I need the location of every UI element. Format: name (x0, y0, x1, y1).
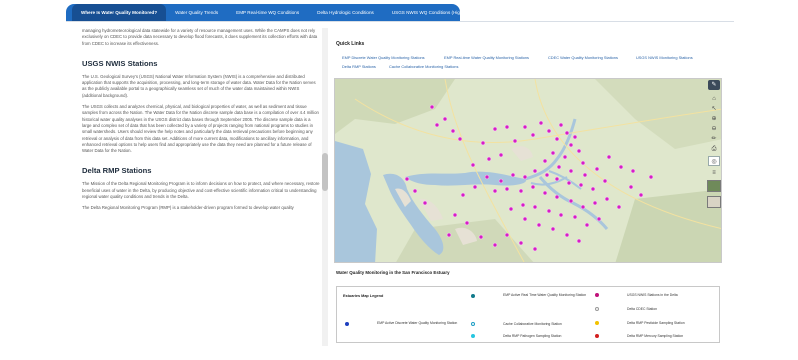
tab-where-monitored[interactable]: Where Is Water Quality Monitored? (72, 4, 167, 21)
legend-dot-rmp-pathogen (471, 334, 475, 338)
zoom-in-icon[interactable]: ⊕ (708, 114, 720, 124)
rmp-paragraph-1: The Mission of the Delta Regional Monito… (82, 181, 320, 200)
layers-icon[interactable]: ≡ (708, 168, 720, 178)
legend-dot-cache (471, 322, 475, 326)
legend-dot-emp-discrete (345, 322, 349, 326)
legend-dot-cdec (595, 307, 599, 311)
legend-dot-usgs-nwis (595, 293, 599, 297)
rmp-paragraph-2: The Delta Regional Monitoring Program (R… (82, 205, 294, 211)
draw-icon[interactable]: ✏ (708, 134, 720, 144)
legend-label-emp-realtime: EMP Active Real Time Water Quality Monit… (503, 293, 587, 297)
map-basemap (335, 79, 721, 262)
legend-label-rmp-pathogen: Delta RMP Pathogen Sampling Station (503, 334, 562, 338)
legend-label-rmp-mercury: Delta RMP Mercury Sampling Station (627, 334, 684, 338)
link-emp-realtime[interactable]: EMP Real-time Water Quality Monitoring S… (444, 55, 529, 60)
legend-label-cdec: Delta CDEC Station (627, 307, 657, 311)
link-emp-discrete[interactable]: EMP Discrete Water Quality Monitoring St… (342, 55, 425, 60)
text-scrollbar-thumb[interactable] (322, 153, 328, 191)
station-map[interactable] (334, 78, 722, 263)
pencil-icon[interactable]: ✎ (708, 80, 720, 90)
quick-links-title: Quick Links (336, 41, 365, 47)
map-legend: Estuaries Map Legend EMP Active Discrete… (336, 286, 720, 343)
location-icon[interactable]: ◎ (708, 156, 720, 166)
print-icon[interactable]: ⎙ (708, 144, 720, 154)
wq-section-title: Water Quality Monitoring in the San Fran… (336, 270, 450, 275)
link-cache-collaborative[interactable]: Cache Collaborative Monitoring Stations (389, 64, 458, 69)
usgs-heading: USGS NWIS Stations (82, 58, 158, 68)
home-icon[interactable]: ⌂ (708, 94, 720, 104)
usgs-paragraph-1: The U.S. Geological Survey's (USGS) Nati… (82, 73, 316, 98)
usgs-paragraph-2: The USGS collects and analyzes chemical,… (82, 104, 319, 154)
info-text-panel: managing hydrometeorological data statew… (82, 28, 320, 346)
pointer-icon[interactable]: ↖ (708, 104, 720, 114)
legend-label-usgs-nwis: USGS NWIS Stations in the Delta (627, 293, 678, 297)
legend-dot-rmp-mercury (595, 334, 599, 338)
link-usgs-nwis[interactable]: USGS NWIS Monitoring Stations (636, 55, 693, 60)
tab-divider (66, 21, 734, 22)
rmp-heading: Delta RMP Stations (82, 166, 152, 176)
quick-links: EMP Discrete Water Quality Monitoring St… (336, 53, 726, 75)
intro-paragraph: managing hydrometeorological data statew… (82, 28, 318, 46)
tab-delta-hydrologic[interactable]: Delta Hydrologic Conditions (308, 4, 383, 21)
legend-heading: Estuaries Map Legend (343, 294, 384, 298)
tab-bar: Where Is Water Quality Monitored? Water … (66, 4, 487, 21)
legend-label-emp-discrete: EMP Active Discrete Water Quality Monito… (377, 321, 458, 325)
basemap-satellite-thumb[interactable] (707, 180, 721, 192)
basemap-street-thumb[interactable] (707, 196, 721, 208)
link-cdec[interactable]: CDEC Water Quality Monitoring Stations (548, 55, 618, 60)
legend-dot-emp-realtime (471, 294, 475, 298)
legend-label-cache: Cache Collaborative Monitoring Station (503, 322, 562, 326)
link-delta-rmp[interactable]: Delta RMP Stations (342, 64, 376, 69)
zoom-out-icon[interactable]: ⊖ (708, 124, 720, 134)
legend-label-rmp-pesticide: Delta RMP Pesticide Sampling Station (627, 321, 685, 325)
tab-water-quality-trends[interactable]: Water Quality Trends (166, 4, 227, 21)
tab-emp-realtime[interactable]: EMP Real-time WQ Conditions (227, 4, 308, 21)
legend-dot-rmp-pesticide (595, 321, 599, 325)
tab-usgs-nwis-wq[interactable]: USGS NWIS WQ Conditions (High-Frequency) (383, 4, 496, 21)
